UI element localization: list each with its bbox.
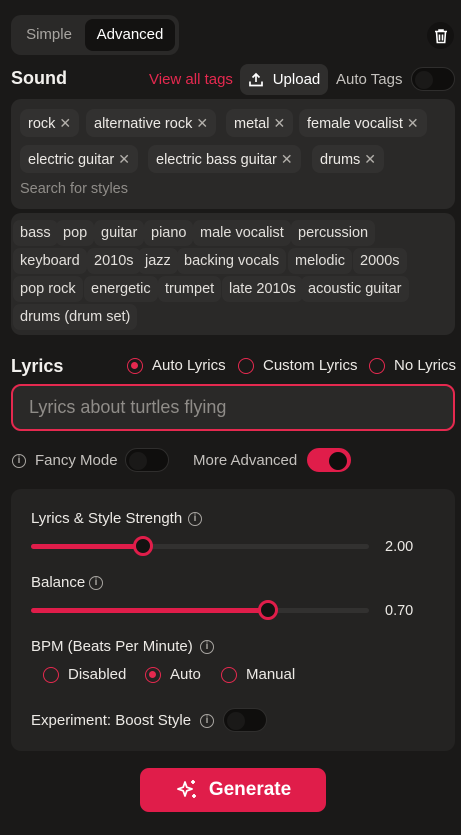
tag-chip: metal ✕: [226, 109, 294, 137]
tag-label: rock: [28, 116, 56, 132]
info-icon[interactable]: i: [188, 512, 202, 526]
style-strength-value: 2.00: [385, 539, 414, 555]
info-icon[interactable]: i: [89, 576, 103, 590]
tag-label: electric bass guitar: [156, 152, 277, 168]
close-icon[interactable]: ✕: [364, 151, 376, 167]
close-icon[interactable]: ✕: [196, 115, 208, 131]
no-lyrics-radio[interactable]: No Lyrics: [369, 357, 456, 374]
suggested-tag[interactable]: 2000s: [353, 248, 407, 274]
style-strength-fill: [31, 544, 143, 549]
upload-label: Upload: [272, 71, 321, 88]
suggested-tag[interactable]: keyboard: [13, 248, 87, 274]
balance-value: 0.70: [385, 603, 414, 619]
auto-lyrics-radio[interactable]: Auto Lyrics: [127, 357, 226, 374]
tag-chip: alternative rock ✕: [86, 109, 217, 137]
info-icon[interactable]: i: [200, 714, 214, 728]
close-icon[interactable]: ✕: [59, 115, 71, 131]
radio-label: Auto Lyrics: [152, 357, 226, 374]
style-search-input[interactable]: Search for styles: [20, 181, 128, 197]
auto-tags-label: Auto Tags: [336, 71, 403, 88]
close-icon[interactable]: ✕: [281, 151, 293, 167]
bpm-label: BPM (Beats Per Minute): [31, 638, 193, 655]
radio-label: Auto: [170, 666, 201, 683]
suggested-tag[interactable]: acoustic guitar: [301, 276, 409, 302]
style-strength-label: Lyrics & Style Strength: [31, 510, 183, 527]
radio-unselected-icon: [221, 666, 237, 683]
suggested-tag[interactable]: late 2010s: [222, 276, 303, 302]
suggested-tag[interactable]: 2010s: [87, 248, 141, 274]
radio-label: No Lyrics: [394, 357, 456, 374]
radio-selected-icon: [145, 666, 161, 683]
suggested-tag[interactable]: trumpet: [158, 276, 222, 302]
more-advanced-label: More Advanced: [193, 452, 298, 469]
close-icon[interactable]: ✕: [407, 115, 419, 131]
suggested-tag[interactable]: energetic: [84, 276, 158, 302]
mode-toggle: Simple Advanced: [11, 15, 179, 55]
boost-style-toggle[interactable]: [223, 708, 267, 732]
tag-chip: drums ✕: [312, 145, 385, 173]
trash-button[interactable]: [427, 22, 454, 49]
suggested-tag[interactable]: male vocalist: [193, 220, 291, 246]
fancy-mode-label: Fancy Mode: [35, 452, 118, 469]
more-advanced-toggle[interactable]: [307, 448, 351, 472]
tag-label: alternative rock: [94, 116, 193, 132]
suggested-tag[interactable]: pop: [56, 220, 95, 246]
radio-label: Custom Lyrics: [263, 357, 358, 374]
boost-style-label: Experiment: Boost Style: [31, 712, 192, 729]
sparkles-icon: [176, 780, 196, 798]
bpm-manual-radio[interactable]: Manual: [221, 666, 295, 683]
suggested-tag[interactable]: guitar: [94, 220, 145, 246]
suggested-tag[interactable]: jazz: [138, 248, 178, 274]
lyrics-title: Lyrics: [11, 356, 64, 376]
tag-label: drums: [320, 152, 361, 168]
radio-unselected-icon: [369, 357, 385, 374]
radio-selected-icon: [127, 357, 143, 374]
suggested-tag[interactable]: piano: [144, 220, 194, 246]
balance-label: Balance: [31, 574, 86, 591]
generate-button[interactable]: Generate: [140, 768, 326, 812]
tag-chip: electric bass guitar ✕: [148, 145, 301, 173]
mode-simple-tab[interactable]: Simple: [17, 19, 81, 51]
style-strength-thumb[interactable]: [132, 536, 153, 556]
suggested-tag[interactable]: drums (drum set): [13, 304, 138, 330]
trash-icon: [434, 28, 447, 43]
custom-lyrics-radio[interactable]: Custom Lyrics: [238, 357, 357, 374]
suggested-tag[interactable]: pop rock: [13, 276, 83, 302]
suggested-tag[interactable]: percussion: [291, 220, 376, 246]
tag-label: metal: [234, 116, 270, 132]
radio-unselected-icon: [43, 666, 59, 683]
tag-chip: female vocalist ✕: [299, 109, 427, 137]
bpm-auto-radio[interactable]: Auto: [145, 666, 201, 683]
generate-label: Generate: [208, 779, 292, 800]
lyrics-input[interactable]: [11, 384, 455, 431]
tag-chip: electric guitar ✕: [20, 145, 138, 173]
upload-button[interactable]: Upload: [240, 64, 328, 95]
close-icon[interactable]: ✕: [118, 151, 130, 167]
mode-advanced-tab[interactable]: Advanced: [85, 19, 175, 51]
radio-label: Manual: [246, 666, 296, 683]
balance-thumb[interactable]: [257, 600, 278, 620]
upload-icon: [248, 72, 263, 86]
fancy-mode-toggle[interactable]: [125, 448, 169, 472]
close-icon[interactable]: ✕: [273, 115, 285, 131]
tag-chip: rock ✕: [20, 109, 80, 137]
sound-title: Sound: [11, 68, 67, 88]
balance-fill: [31, 608, 268, 613]
view-all-tags-link[interactable]: View all tags: [149, 71, 233, 88]
bpm-disabled-radio[interactable]: Disabled: [43, 666, 126, 683]
suggested-tag[interactable]: melodic: [288, 248, 352, 274]
radio-label: Disabled: [68, 666, 127, 683]
info-icon[interactable]: i: [12, 454, 26, 468]
info-icon[interactable]: i: [200, 640, 214, 654]
tag-label: electric guitar: [28, 152, 115, 168]
auto-tags-toggle[interactable]: [411, 67, 455, 91]
suggested-tag[interactable]: bass: [13, 220, 58, 246]
radio-unselected-icon: [238, 357, 254, 374]
tag-label: female vocalist: [307, 116, 403, 132]
suggested-tag[interactable]: backing vocals: [177, 248, 287, 274]
